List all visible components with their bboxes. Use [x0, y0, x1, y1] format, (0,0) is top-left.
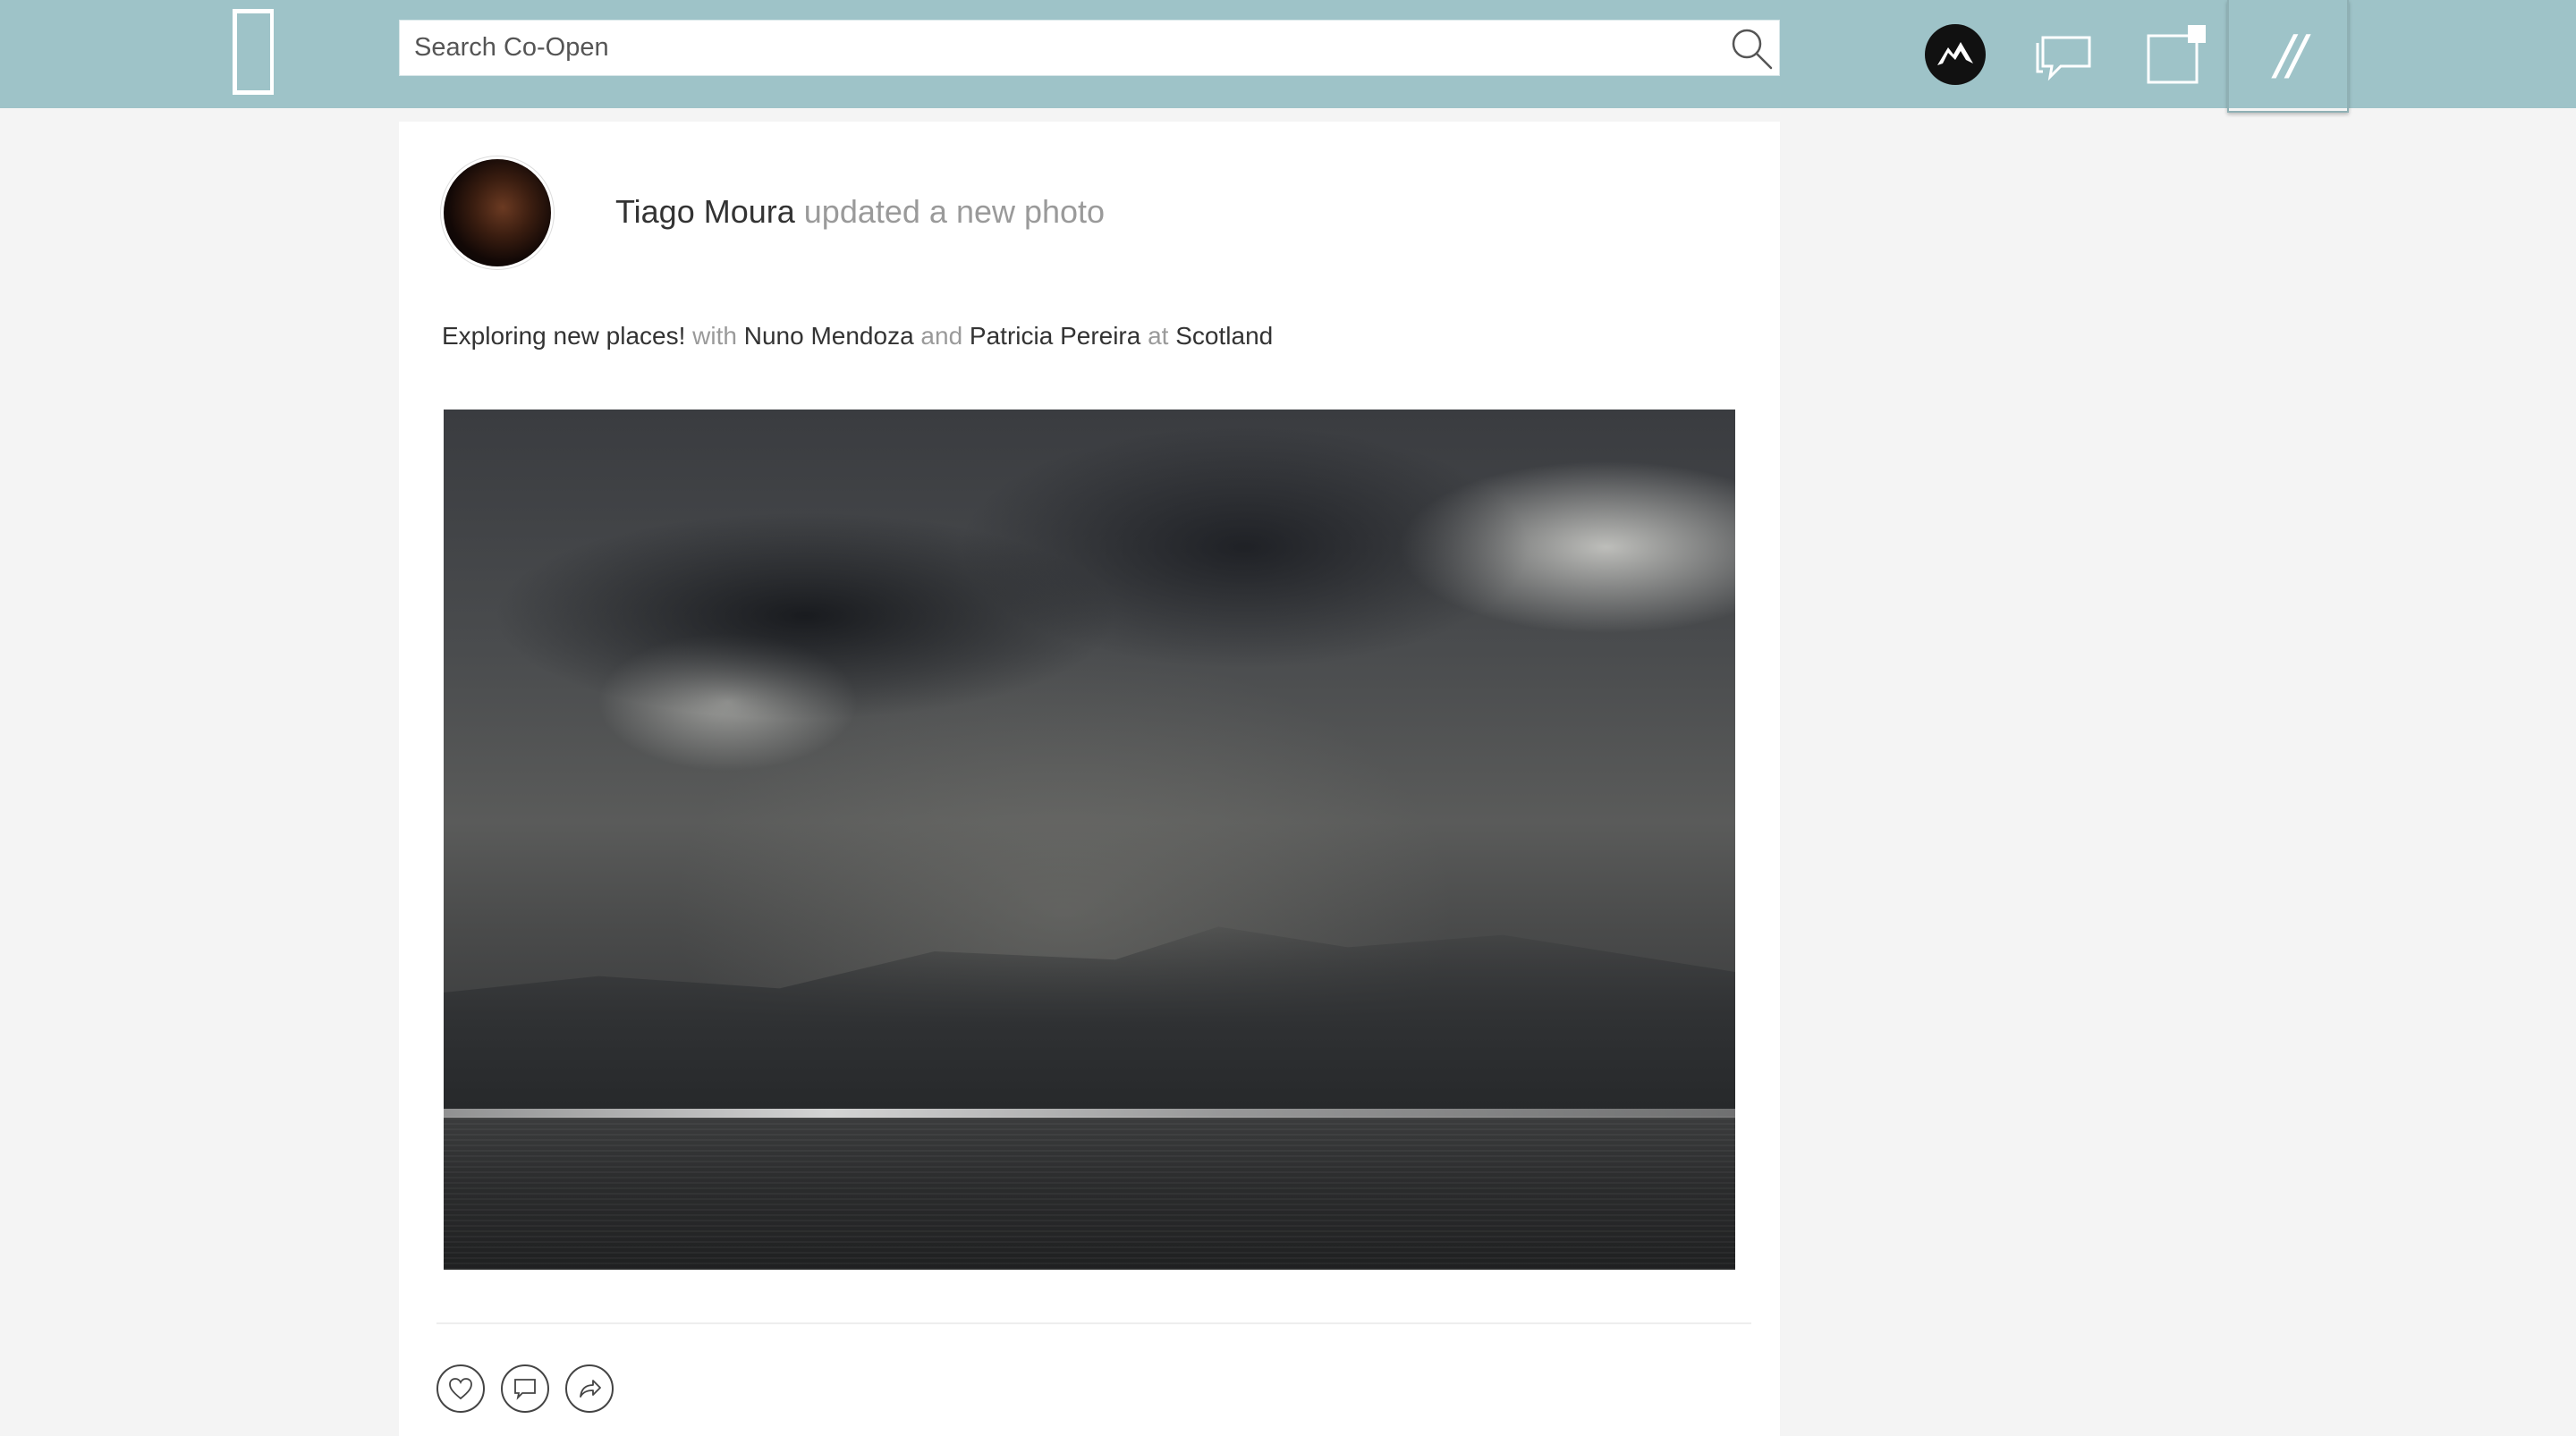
post-photo[interactable] — [444, 410, 1735, 1270]
search-icon — [1732, 29, 1773, 69]
profile-avatar-button[interactable] — [1925, 24, 1986, 85]
photo-horizon — [444, 1109, 1735, 1118]
heart-icon — [449, 1378, 472, 1400]
menu-button[interactable]: // — [2227, 0, 2349, 113]
post-caption: Exploring new places! — [442, 322, 686, 350]
with-word: with — [692, 322, 737, 350]
location-link[interactable]: Scotland — [1175, 322, 1273, 350]
share-button[interactable] — [565, 1364, 614, 1413]
tagged-user-1[interactable]: Nuno Mendoza — [744, 322, 914, 350]
and-word: and — [920, 322, 963, 350]
search-button[interactable] — [1724, 21, 1779, 75]
author-name[interactable]: Tiago Moura — [615, 193, 795, 230]
search-input[interactable] — [400, 21, 1706, 75]
chat-icon — [2036, 36, 2091, 81]
post-action: updated a new photo — [803, 193, 1106, 230]
photo-sea — [444, 1118, 1735, 1270]
post-header: Tiago Moura updated a new photo — [615, 193, 1105, 231]
top-bar: // — [0, 0, 2576, 113]
comment-icon — [514, 1379, 536, 1400]
author-avatar[interactable] — [444, 159, 551, 266]
messages-button[interactable] — [2034, 30, 2098, 84]
like-button[interactable] — [436, 1364, 485, 1413]
at-word: at — [1148, 322, 1169, 350]
post-divider — [436, 1322, 1751, 1324]
notification-icon — [2147, 25, 2206, 84]
search-bar — [399, 20, 1780, 76]
logo-icon[interactable] — [233, 9, 274, 95]
notifications-button[interactable] — [2145, 23, 2209, 86]
share-icon — [580, 1380, 601, 1398]
menu-label: // — [2275, 24, 2307, 87]
mountain-avatar-icon — [1937, 42, 1973, 65]
comment-button[interactable] — [501, 1364, 549, 1413]
post-text: Exploring new places! with Nuno Mendoza … — [442, 322, 1273, 351]
tagged-user-2[interactable]: Patricia Pereira — [970, 322, 1140, 350]
photo-hills — [444, 926, 1735, 1116]
post-card: Tiago Moura updated a new photo Explorin… — [399, 122, 1780, 1436]
